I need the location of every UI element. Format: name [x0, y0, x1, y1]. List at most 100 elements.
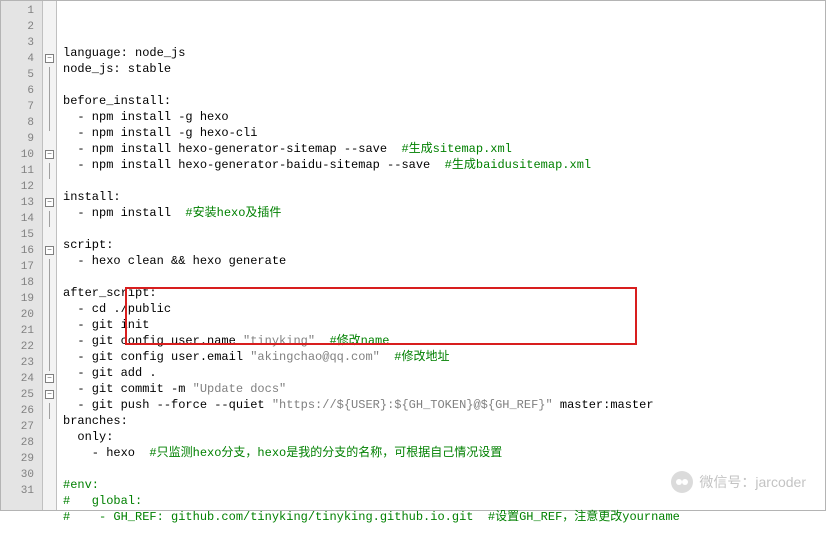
- line-number: 29: [1, 451, 42, 467]
- fold-cell: −: [43, 195, 56, 211]
- fold-cell: [43, 259, 56, 275]
- fold-cell: [43, 483, 56, 499]
- line-number: 1: [1, 3, 42, 19]
- fold-cell: [43, 419, 56, 435]
- fold-cell: [43, 3, 56, 19]
- fold-cell: [43, 99, 56, 115]
- code-line[interactable]: - git push --force --quiet "https://${US…: [63, 397, 825, 413]
- fold-cell: [43, 339, 56, 355]
- fold-toggle[interactable]: −: [45, 54, 54, 63]
- line-number: 13: [1, 195, 42, 211]
- code-line[interactable]: - npm install hexo-generator-sitemap --s…: [63, 141, 825, 157]
- code-line[interactable]: install:: [63, 189, 825, 205]
- code-line[interactable]: only:: [63, 429, 825, 445]
- wechat-icon: [671, 471, 693, 493]
- watermark: 微信号：jarcoder: [671, 471, 806, 493]
- code-line[interactable]: - npm install -g hexo-cli: [63, 125, 825, 141]
- fold-cell: [43, 67, 56, 83]
- line-number: 26: [1, 403, 42, 419]
- line-number: 4: [1, 51, 42, 67]
- line-number-gutter: 1234567891011121314151617181920212223242…: [1, 1, 43, 510]
- fold-cell: −: [43, 51, 56, 67]
- line-number: 12: [1, 179, 42, 195]
- fold-cell: [43, 451, 56, 467]
- code-line[interactable]: after_script:: [63, 285, 825, 301]
- fold-cell: [43, 323, 56, 339]
- fold-toggle[interactable]: −: [45, 198, 54, 207]
- line-number: 17: [1, 259, 42, 275]
- code-line[interactable]: - git commit -m "Update docs": [63, 381, 825, 397]
- fold-cell: −: [43, 387, 56, 403]
- line-number: 15: [1, 227, 42, 243]
- code-line[interactable]: [63, 77, 825, 93]
- line-number: 5: [1, 67, 42, 83]
- fold-cell: [43, 467, 56, 483]
- fold-cell: [43, 307, 56, 323]
- code-line[interactable]: language: node_js: [63, 45, 825, 61]
- fold-cell: [43, 435, 56, 451]
- fold-toggle[interactable]: −: [45, 390, 54, 399]
- line-number: 22: [1, 339, 42, 355]
- line-number: 19: [1, 291, 42, 307]
- line-number: 9: [1, 131, 42, 147]
- code-line[interactable]: # global:: [63, 493, 825, 509]
- fold-cell: −: [43, 147, 56, 163]
- fold-cell: [43, 35, 56, 51]
- fold-cell: −: [43, 371, 56, 387]
- code-line[interactable]: [63, 269, 825, 285]
- code-line[interactable]: [63, 173, 825, 189]
- code-line[interactable]: - hexo #只监测hexo分支，hexo是我的分支的名称，可根据自己情况设置: [63, 445, 825, 461]
- code-line[interactable]: # - GH_REF: github.com/tinyking/tinyking…: [63, 509, 825, 525]
- code-line[interactable]: - cd ./public: [63, 301, 825, 317]
- line-number: 10: [1, 147, 42, 163]
- line-number: 31: [1, 483, 42, 499]
- fold-toggle[interactable]: −: [45, 374, 54, 383]
- fold-toggle[interactable]: −: [45, 246, 54, 255]
- fold-cell: [43, 291, 56, 307]
- line-number: 7: [1, 99, 42, 115]
- code-line[interactable]: before_install:: [63, 93, 825, 109]
- code-line[interactable]: node_js: stable: [63, 61, 825, 77]
- code-line[interactable]: branches:: [63, 413, 825, 429]
- fold-cell: [43, 131, 56, 147]
- line-number: 25: [1, 387, 42, 403]
- code-line[interactable]: - hexo clean && hexo generate: [63, 253, 825, 269]
- fold-cell: −: [43, 243, 56, 259]
- code-line[interactable]: [63, 525, 825, 541]
- fold-cell: [43, 355, 56, 371]
- code-line[interactable]: - npm install #安装hexo及插件: [63, 205, 825, 221]
- code-editor: 1234567891011121314151617181920212223242…: [0, 0, 826, 511]
- fold-cell: [43, 115, 56, 131]
- line-number: 27: [1, 419, 42, 435]
- line-number: 14: [1, 211, 42, 227]
- line-number: 23: [1, 355, 42, 371]
- code-line[interactable]: - git add .: [63, 365, 825, 381]
- fold-cell: [43, 403, 56, 419]
- code-line[interactable]: - git config user.email "akingchao@qq.co…: [63, 349, 825, 365]
- code-line[interactable]: - git config user.name "tinyking" #修改nam…: [63, 333, 825, 349]
- code-line[interactable]: - npm install -g hexo: [63, 109, 825, 125]
- code-area[interactable]: language: node_jsnode_js: stable before_i…: [57, 1, 825, 510]
- fold-column: − − − − − −: [43, 1, 57, 510]
- line-number: 3: [1, 35, 42, 51]
- fold-cell: [43, 275, 56, 291]
- line-number: 11: [1, 163, 42, 179]
- line-number: 18: [1, 275, 42, 291]
- fold-cell: [43, 227, 56, 243]
- fold-toggle[interactable]: −: [45, 150, 54, 159]
- code-line[interactable]: script:: [63, 237, 825, 253]
- line-number: 30: [1, 467, 42, 483]
- line-number: 8: [1, 115, 42, 131]
- code-line[interactable]: [63, 221, 825, 237]
- line-number: 21: [1, 323, 42, 339]
- line-number: 2: [1, 19, 42, 35]
- fold-cell: [43, 211, 56, 227]
- line-number: 24: [1, 371, 42, 387]
- code-line[interactable]: - npm install hexo-generator-baidu-sitem…: [63, 157, 825, 173]
- fold-cell: [43, 163, 56, 179]
- fold-cell: [43, 83, 56, 99]
- watermark-text: 微信号：jarcoder: [699, 472, 806, 492]
- code-line[interactable]: - git init: [63, 317, 825, 333]
- line-number: 16: [1, 243, 42, 259]
- line-number: 20: [1, 307, 42, 323]
